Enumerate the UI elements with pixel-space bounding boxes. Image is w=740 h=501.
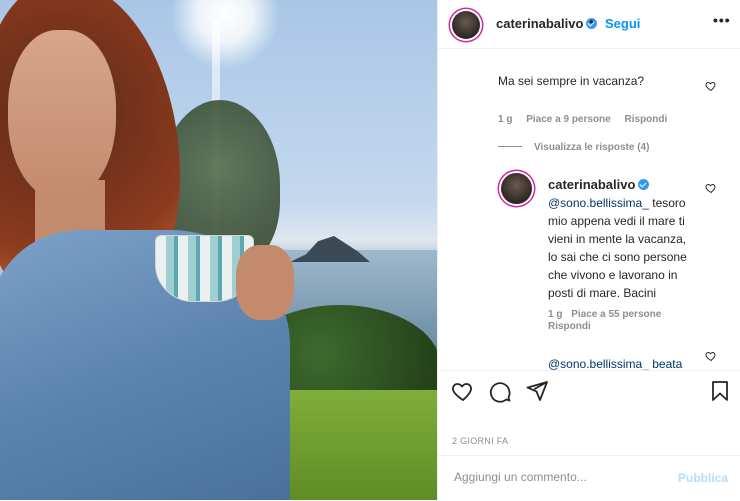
comment-meta: 1 g Piace a 9 persone Rispondi: [498, 114, 678, 125]
reply-time: 1 g: [548, 309, 563, 320]
add-comment-bar: Pubblica: [438, 455, 740, 501]
comment-icon[interactable]: [488, 379, 512, 403]
reply-likes[interactable]: Piace a 55 persone: [571, 309, 661, 320]
view-replies-label: Visualizza le risposte (4): [534, 142, 650, 153]
photo-sun: [170, 0, 280, 70]
bookmark-icon[interactable]: [708, 379, 732, 403]
mention-link[interactable]: @sono.bellissima_: [548, 196, 649, 210]
share-icon[interactable]: [525, 379, 549, 403]
reply-button[interactable]: Rispondi: [625, 114, 668, 125]
post-comment-button[interactable]: Pubblica: [678, 471, 728, 485]
comment-like-heart-icon[interactable]: [705, 350, 717, 362]
reply-meta: 1 g Piace a 55 persone Rispondi: [548, 309, 708, 333]
post-header: caterinabalivo • Segui •••: [438, 0, 740, 49]
reply-avatar[interactable]: [501, 173, 532, 204]
post-side-panel: caterinabalivo • Segui ••• Ma sei sempre…: [437, 0, 740, 500]
photo-rock-island: [290, 236, 370, 262]
instagram-post-view: caterinabalivo • Segui ••• Ma sei sempre…: [0, 0, 740, 500]
reply-text-block: caterinabalivo @sono.bellissima_ tesoro …: [548, 176, 698, 302]
comment-time: 1 g: [498, 114, 513, 125]
follow-button[interactable]: Segui: [605, 16, 640, 31]
comment-text: Ma sei sempre in vacanza?: [498, 72, 698, 90]
separator-dot: •: [589, 14, 594, 29]
post-photo[interactable]: [0, 0, 437, 500]
replies-divider: [498, 146, 522, 147]
reply-button[interactable]: Rispondi: [548, 321, 591, 332]
partial-comment-text: @sono.bellissima_ beata: [548, 357, 683, 370]
reply-username-text: caterinabalivo: [548, 177, 636, 192]
post-actions-bar: [438, 370, 740, 411]
author-username-text: caterinabalivo: [496, 16, 584, 31]
reply-text: tesoro mio appena vedi il mare ti vieni …: [548, 196, 687, 300]
view-replies-button[interactable]: Visualizza le risposte (4): [498, 142, 649, 153]
avatar[interactable]: [452, 11, 480, 39]
verified-icon: [638, 179, 650, 190]
comments-list[interactable]: Ma sei sempre in vacanza? 1 g Piace a 9 …: [438, 48, 740, 370]
comment-1-text: Ma sei sempre in vacanza?: [498, 74, 645, 88]
author-username[interactable]: caterinabalivo: [496, 16, 598, 31]
reply-like-heart-icon[interactable]: [705, 182, 717, 194]
comment-like-heart-icon[interactable]: [705, 80, 717, 92]
likes-placeholder: [452, 418, 462, 422]
photo-face: [8, 30, 116, 200]
photo-hand: [236, 245, 294, 320]
post-timestamp[interactable]: 2 GIORNI FA: [452, 436, 508, 446]
heart-icon[interactable]: [451, 379, 475, 403]
comment-likes[interactable]: Piace a 9 persone: [526, 114, 611, 125]
comment-input[interactable]: [452, 469, 656, 485]
more-options-icon[interactable]: •••: [713, 12, 731, 28]
reply-username[interactable]: caterinabalivo: [548, 177, 650, 192]
